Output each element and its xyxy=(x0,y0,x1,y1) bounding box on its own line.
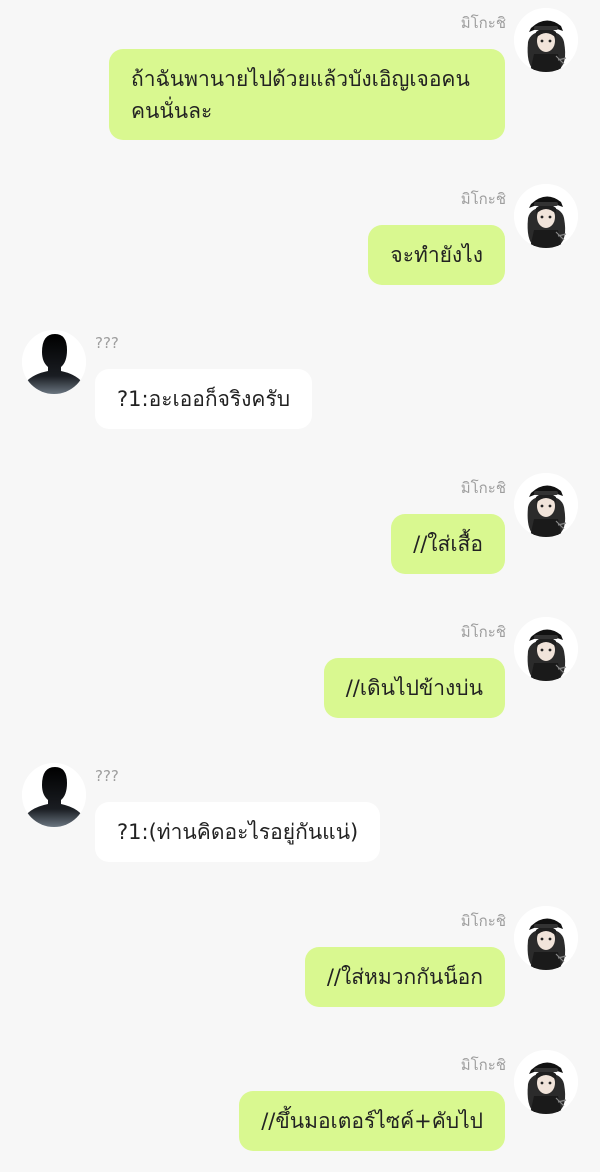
silhouette-avatar-icon[interactable] xyxy=(22,763,86,827)
anime-girl-avatar-icon[interactable] xyxy=(514,1050,578,1114)
anime-girl-avatar-icon[interactable] xyxy=(514,8,578,72)
anime-girl-avatar-icon[interactable] xyxy=(514,906,578,970)
message-bubble: จะทำยังไง xyxy=(368,225,505,285)
sender-name: มิโกะชิ xyxy=(460,190,506,208)
message-bubble: ?1:(ท่านคิดอะไรอยู่กันแน่) xyxy=(95,802,381,862)
sender-name: ??? xyxy=(95,334,119,352)
sender-name: มิโกะชิ xyxy=(460,623,506,641)
message-bubble: //เดินไปข้างบ่น xyxy=(323,658,505,718)
message-bubble: //ขึ้นมอเตอร์ไซค์+คับไป xyxy=(239,1091,505,1151)
anime-girl-avatar-icon[interactable] xyxy=(514,184,578,248)
message-bubble: //ใส่เสื้อ xyxy=(391,514,505,574)
sender-name: ??? xyxy=(95,767,119,785)
anime-girl-avatar-icon[interactable] xyxy=(514,617,578,681)
sender-name: มิโกะชิ xyxy=(460,912,506,930)
silhouette-avatar-icon[interactable] xyxy=(22,330,86,394)
sender-name: มิโกะชิ xyxy=(460,479,506,497)
sender-name: มิโกะชิ xyxy=(460,1056,506,1074)
message-bubble: ?1:อะเออก็จริงครับ xyxy=(95,369,313,429)
message-bubble: ถ้าฉันพานายไปด้วยแล้วบังเอิญเจอคนคนนั่นล… xyxy=(109,49,505,140)
anime-girl-avatar-icon[interactable] xyxy=(514,473,578,537)
sender-name: มิโกะชิ xyxy=(460,14,506,32)
message-bubble: //ใส่หมวกกันน็อก xyxy=(304,947,505,1007)
